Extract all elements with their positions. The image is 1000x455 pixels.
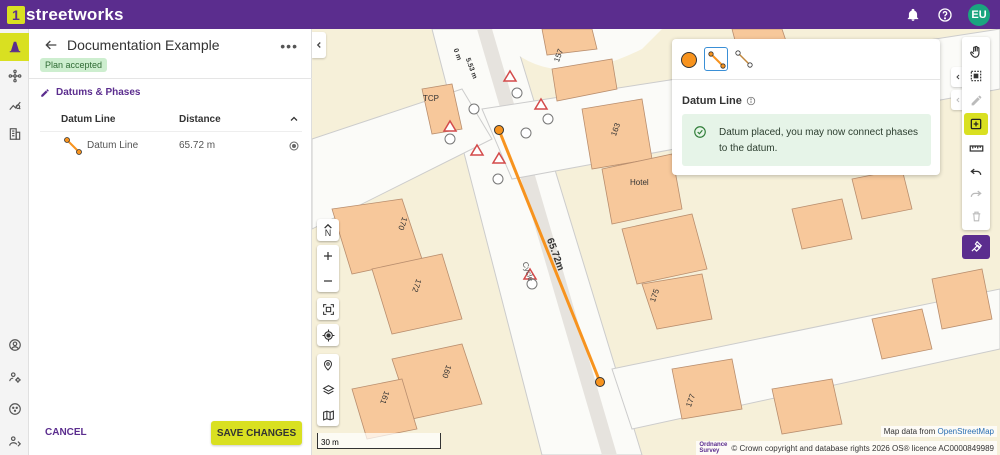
success-alert: Datum placed, you may now connect phases… <box>682 114 931 166</box>
tool-card-title: Datum Line <box>682 95 756 107</box>
locate-icon[interactable] <box>317 324 339 346</box>
line-tool-icon[interactable] <box>704 47 728 71</box>
top-bar: 1 streetworks EU <box>0 0 1000 29</box>
north-control[interactable]: N <box>317 219 339 241</box>
marker-tool-button[interactable] <box>962 235 990 259</box>
avatar[interactable]: EU <box>968 3 990 26</box>
map-scale: 30 m <box>317 433 441 449</box>
map-label-tcp: TCP <box>423 94 439 103</box>
chevron-left-icon <box>955 97 959 103</box>
left-rail <box>0 29 29 455</box>
datums-section-title[interactable]: Datums & Phases <box>40 87 140 98</box>
datum-tool-card: Datum Line Datum placed, you may now con… <box>672 39 940 175</box>
delete-icon[interactable] <box>964 205 988 227</box>
chevron-left-icon <box>316 42 321 48</box>
attribution-prefix: Map data from <box>883 427 936 436</box>
basemap-icon[interactable] <box>317 404 339 426</box>
pan-hand-icon[interactable] <box>964 41 988 63</box>
divider <box>672 79 940 80</box>
os-logo-line2: Survey <box>699 448 720 454</box>
analytics-icon[interactable] <box>0 91 29 119</box>
building-icon[interactable] <box>0 120 29 148</box>
fit-bounds-icon[interactable] <box>317 298 339 320</box>
status-badge: Plan accepted <box>40 58 108 72</box>
app-root: 1 streetworks EU Documentation Example •… <box>0 0 1000 455</box>
right-toolbar <box>962 37 990 230</box>
documentation-panel: Documentation Example ••• Plan accepted … <box>29 29 312 455</box>
app-logo[interactable]: 1 streetworks <box>7 5 124 25</box>
select-area-icon[interactable] <box>964 65 988 87</box>
user-settings-icon[interactable] <box>0 363 29 391</box>
polyline-tool-icon[interactable] <box>732 47 756 71</box>
info-icon[interactable] <box>746 96 756 106</box>
datum-line-icon <box>64 137 82 155</box>
datum-line-label: Datum Line <box>87 140 139 151</box>
add-square-icon[interactable] <box>964 113 988 135</box>
zoom-out-icon[interactable] <box>317 270 339 292</box>
zoom-in-icon[interactable] <box>317 245 339 267</box>
more-options-icon[interactable]: ••• <box>280 38 298 54</box>
logo-glyph: 1 <box>7 5 25 24</box>
copyright-text: © Crown copyright and database rights 20… <box>731 443 994 453</box>
edit-pencil-icon[interactable] <box>964 89 988 111</box>
marker-icon <box>971 240 983 252</box>
table-row[interactable]: Datum Line 65.72 m <box>40 133 302 159</box>
north-icon[interactable]: N <box>317 219 339 241</box>
visibility-icon[interactable] <box>288 139 300 151</box>
chevron-up-icon[interactable] <box>288 112 300 124</box>
zoom-control <box>317 245 339 292</box>
success-message: Datum placed, you may now connect phases… <box>719 127 918 154</box>
network-icon[interactable] <box>0 62 29 90</box>
page-title: Documentation Example <box>67 37 220 53</box>
save-changes-button[interactable]: SAVE CHANGES <box>211 421 302 445</box>
bell-icon[interactable] <box>904 6 922 24</box>
support-icon[interactable] <box>0 395 29 423</box>
tool-card-title-text: Datum Line <box>682 95 742 107</box>
column-header-datum-line: Datum Line <box>61 114 116 125</box>
map-canvas[interactable]: TCP Hotel 157 163 175 177 170 172 160 16… <box>312 29 1000 455</box>
collapse-panel-button[interactable] <box>312 32 326 58</box>
column-header-distance: Distance <box>179 114 221 125</box>
help-icon[interactable] <box>936 6 954 24</box>
map-layer-controls <box>317 354 339 426</box>
chevron-left-icon <box>955 74 959 80</box>
layers-icon[interactable] <box>317 379 339 401</box>
map-label-hotel: Hotel <box>630 178 649 187</box>
back-arrow-icon[interactable] <box>43 37 59 53</box>
check-circle-icon <box>694 126 706 138</box>
account-icon[interactable] <box>0 331 29 359</box>
map-attribution: Map data from OpenStreetMap <box>880 426 997 437</box>
section-title-text: Datums & Phases <box>56 87 141 98</box>
datum-line-distance: 65.72 m <box>179 140 216 151</box>
copyright-notice: Ordnance Survey © Crown copyright and da… <box>696 441 997 455</box>
fit-bounds-control <box>317 298 339 320</box>
logo-text: streetworks <box>26 4 124 24</box>
measure-ruler-icon[interactable] <box>964 137 988 159</box>
panel-header: Documentation Example ••• Plan accepted <box>29 29 312 79</box>
osm-link[interactable]: OpenStreetMap <box>938 427 994 436</box>
undo-icon[interactable] <box>964 161 988 183</box>
admin-icon[interactable] <box>0 427 29 455</box>
locate-control <box>317 324 339 346</box>
pin-icon[interactable] <box>317 354 339 376</box>
cone-icon[interactable] <box>0 33 29 61</box>
divider <box>40 131 302 132</box>
topbar-actions: EU <box>904 0 990 29</box>
point-tool-icon[interactable] <box>681 52 697 68</box>
pencil-icon <box>41 88 49 97</box>
redo-icon[interactable] <box>964 183 988 205</box>
north-label: N <box>324 228 332 238</box>
cancel-button[interactable]: CANCEL <box>45 427 87 438</box>
os-logo: Ordnance Survey <box>699 442 727 454</box>
